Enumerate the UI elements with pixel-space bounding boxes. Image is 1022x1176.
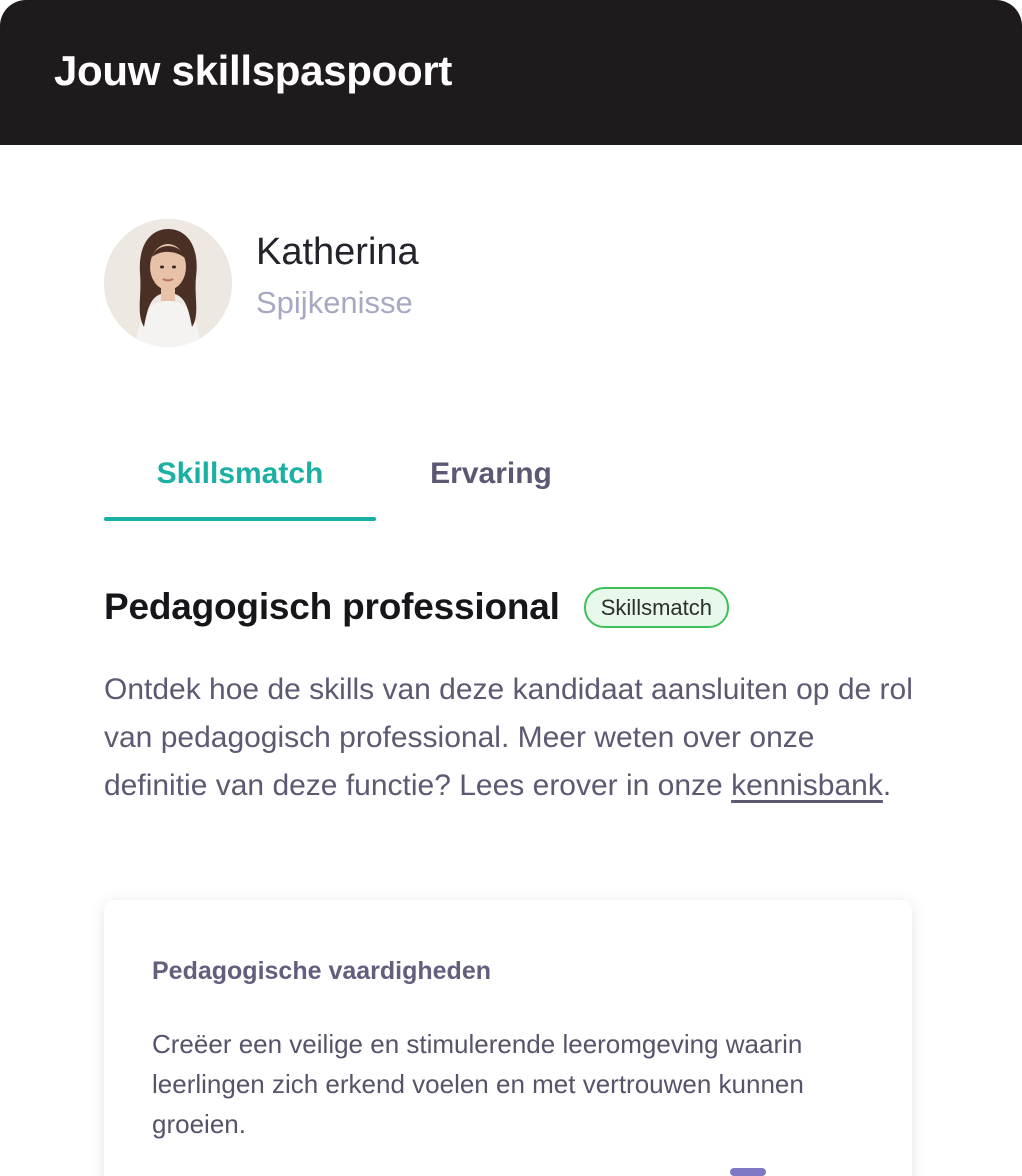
skill-card-description: Creëer een veilige en stimulerende leero… [152,1029,804,1139]
card-handle-icon [730,1168,766,1176]
tab-ervaring[interactable]: Ervaring [396,449,586,521]
description-end: . [882,769,892,802]
profile-text: Katherina Spijkenisse [256,229,419,323]
header-bar: Jouw skillspaspoort [0,0,1022,145]
tab-bar: Skillsmatch Ervaring [104,449,912,521]
section-description: Ontdek hoe de skills van deze kandidaat … [104,666,924,810]
profile-name: Katherina [256,231,419,273]
page-title: Jouw skillspaspoort [54,47,453,94]
profile-location: Spijkenisse [256,285,413,320]
kennisbank-link[interactable]: kennisbank [731,769,883,802]
skill-card-title: Pedagogische vaardigheden [152,957,491,985]
skill-card: Pedagogische vaardigheden Creëer een vei… [104,900,912,1176]
section-header: Pedagogisch professional Skillsmatch [104,584,729,630]
profile-summary: Katherina Spijkenisse [104,219,419,347]
profile-photo-icon [104,219,232,347]
tab-skillsmatch[interactable]: Skillsmatch [104,449,376,521]
skills-passport-panel: Jouw skillspaspoort Katherina Spijkeniss… [0,0,1022,1176]
skillsmatch-badge: Skillsmatch [583,586,729,628]
section-title: Pedagogisch professional [104,586,560,627]
avatar [104,219,232,347]
